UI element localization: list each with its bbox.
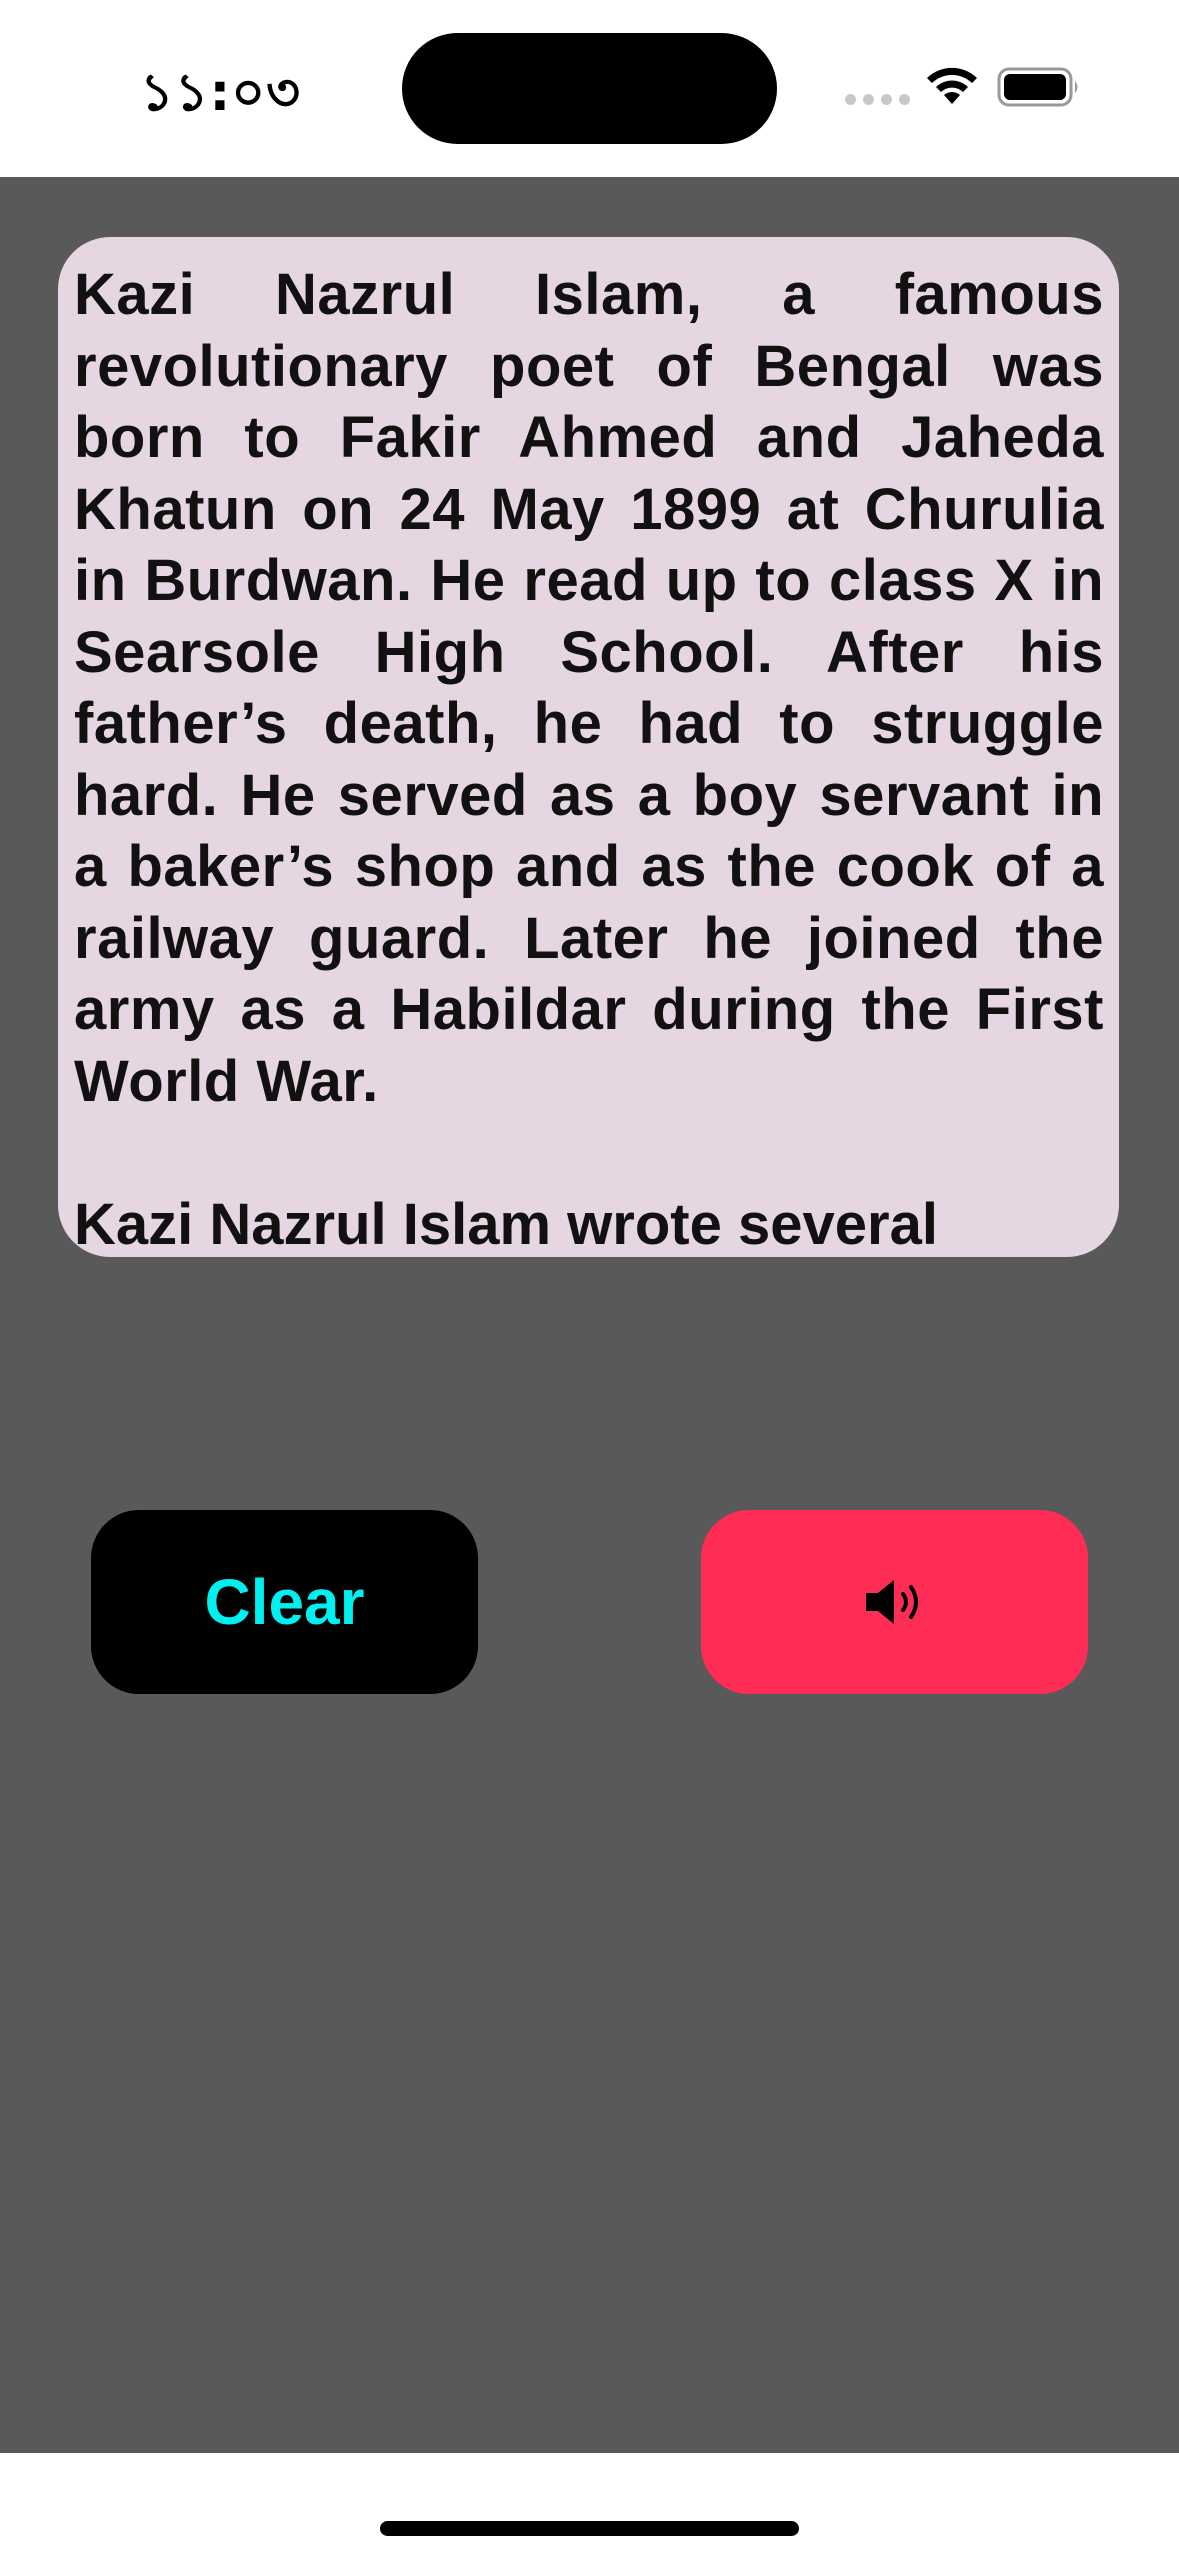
- text-content: Kazi Nazrul Islam, a famous revolutionar…: [74, 259, 1104, 1257]
- dynamic-island: [402, 33, 777, 144]
- home-area: [0, 2453, 1179, 2556]
- clear-button[interactable]: Clear: [91, 1510, 478, 1694]
- wifi-icon: [927, 67, 977, 104]
- home-indicator[interactable]: [380, 2521, 799, 2536]
- paragraph-2: Kazi Nazrul Islam wrote several: [74, 1191, 938, 1257]
- battery-icon: [997, 67, 1078, 107]
- status-time: ১১:০৩: [140, 63, 301, 123]
- speak-button[interactable]: [701, 1510, 1088, 1694]
- speaker-icon: [865, 1580, 918, 1624]
- paragraph-1: Kazi Nazrul Islam, a famous revolutionar…: [74, 262, 1104, 1114]
- status-bar: ১১:০৩: [0, 0, 1179, 177]
- main-area: Kazi Nazrul Islam, a famous revolutionar…: [0, 177, 1179, 2453]
- text-view[interactable]: Kazi Nazrul Islam, a famous revolutionar…: [58, 237, 1119, 1257]
- cellular-signal-icon: [845, 94, 910, 105]
- clear-button-label: Clear: [204, 1566, 365, 1638]
